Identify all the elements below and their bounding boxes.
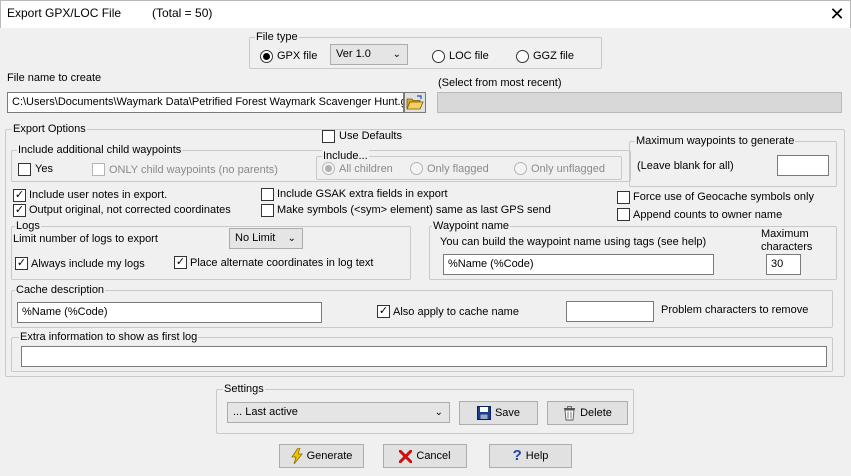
gpx-version-value: Ver 1.0 [336,48,371,60]
window-title: Export GPX/LOC File [7,6,122,20]
gpx-label: GPX file [277,50,318,62]
generate-label: Generate [306,450,353,463]
max-waypoints-input[interactable] [777,155,829,176]
all-children-radio[interactable] [322,162,335,175]
max-chars-input[interactable]: 30 [766,254,801,275]
trash-icon [564,405,576,421]
settings-select[interactable]: ... Last active ⌄ [227,402,450,423]
open-folder-icon [406,95,424,110]
lightning-icon [290,448,303,465]
append-counts-checkbox[interactable] [617,208,630,221]
floppy-disk-icon [476,406,491,421]
save-settings-button[interactable]: Save [459,401,538,425]
loc-radio[interactable] [432,50,445,63]
waypoint-name-legend: Waypoint name [432,220,511,233]
export-options-legend: Export Options [12,123,87,136]
child-yes-label: Yes [35,163,53,175]
ggz-radio[interactable] [516,50,529,63]
extra-info-input[interactable] [21,346,827,367]
use-defaults-checkbox[interactable] [322,130,335,143]
place-alternate-label: Place alternate coordinates in log text [190,257,374,269]
force-symbols-checkbox[interactable] [617,191,630,204]
cache-description-input[interactable]: %Name (%Code) [17,302,322,323]
loc-label: LOC file [449,50,489,62]
generate-button[interactable]: Generate [279,444,364,468]
recent-files-select[interactable] [437,92,842,113]
cancel-label: Cancel [416,450,451,463]
recent-label: (Select from most recent) [438,77,562,89]
waypoint-name-input[interactable]: %Name (%Code) [443,254,714,275]
use-defaults-label: Use Defaults [339,130,402,142]
extra-info-legend: Extra information to show as first log [19,331,199,344]
file-name-label: File name to create [7,72,102,84]
cache-description-legend: Cache description [15,284,106,297]
max-waypoints-hint: (Leave blank for all) [637,160,734,172]
also-apply-label: Also apply to cache name [393,306,519,318]
delete-label: Delete [580,407,612,420]
make-symbols-checkbox[interactable] [261,204,274,217]
help-button[interactable]: ? Help [489,444,572,468]
max-chars-label-2: characters [761,241,813,253]
only-child-checkbox[interactable] [92,163,105,176]
cancel-button[interactable]: Cancel [383,444,467,468]
only-unflagged-label: Only unflagged [531,163,605,175]
only-flagged-radio[interactable] [410,162,423,175]
chevron-down-icon: ⌄ [392,49,401,60]
chevron-down-icon: ⌄ [434,407,443,418]
chevron-down-icon: ⌄ [287,233,296,244]
help-label: Help [525,450,549,463]
settings-value: ... Last active [233,406,298,418]
problem-chars-input[interactable] [566,301,654,322]
waypoint-name-hint: You can build the waypoint name using ta… [440,236,707,248]
settings-legend: Settings [223,383,265,396]
ggz-label: GGZ file [533,50,574,62]
browse-button[interactable] [404,92,426,113]
make-symbols-label: Make symbols (<sym> element) same as las… [277,204,551,216]
file-type-legend: File type [255,31,299,44]
log-limit-select[interactable]: No Limit ⌄ [229,228,303,249]
user-notes-label: Include user notes in export. [29,189,168,201]
also-apply-checkbox[interactable]: ✓ [377,305,390,318]
output-original-checkbox[interactable]: ✓ [13,204,26,217]
force-symbols-label: Force use of Geocache symbols only [633,191,814,203]
only-unflagged-radio[interactable] [514,162,527,175]
append-counts-label: Append counts to owner name [633,209,783,221]
all-children-label: All children [339,163,393,175]
child-waypoints-legend: Include additional child waypoints [17,144,183,157]
cancel-x-icon [399,449,413,463]
close-icon[interactable]: ✕ [826,3,848,25]
output-original-label: Output original, not corrected coordinat… [29,204,231,216]
title-bar [0,0,851,28]
user-notes-checkbox[interactable]: ✓ [13,189,26,202]
gsak-extra-label: Include GSAK extra fields in export [277,188,448,200]
total-count: (Total = 50) [152,6,213,20]
file-name-input[interactable]: C:\Users\Documents\Waymark Data\Petrifie… [7,92,404,113]
child-yes-checkbox[interactable] [18,163,31,176]
logs-legend: Logs [15,220,41,233]
place-alternate-checkbox[interactable]: ✓ [174,256,187,269]
save-label: Save [494,407,521,420]
delete-settings-button[interactable]: Delete [547,401,628,425]
max-chars-label-1: Maximum [761,228,809,240]
always-include-logs-checkbox[interactable]: ✓ [15,257,28,270]
only-flagged-label: Only flagged [427,163,489,175]
gpx-radio[interactable] [260,50,273,63]
help-icon: ? [512,447,522,465]
gpx-version-select[interactable]: Ver 1.0 ⌄ [330,44,408,65]
problem-chars-label: Problem characters to remove [661,304,809,316]
log-limit-label: Limit number of logs to export [13,233,158,245]
always-include-logs-label: Always include my logs [31,258,145,270]
gsak-extra-checkbox[interactable] [261,188,274,201]
log-limit-value: No Limit [235,232,276,244]
max-waypoints-legend: Maximum waypoints to generate [635,135,796,148]
only-child-label: ONLY child waypoints (no parents) [109,164,278,176]
